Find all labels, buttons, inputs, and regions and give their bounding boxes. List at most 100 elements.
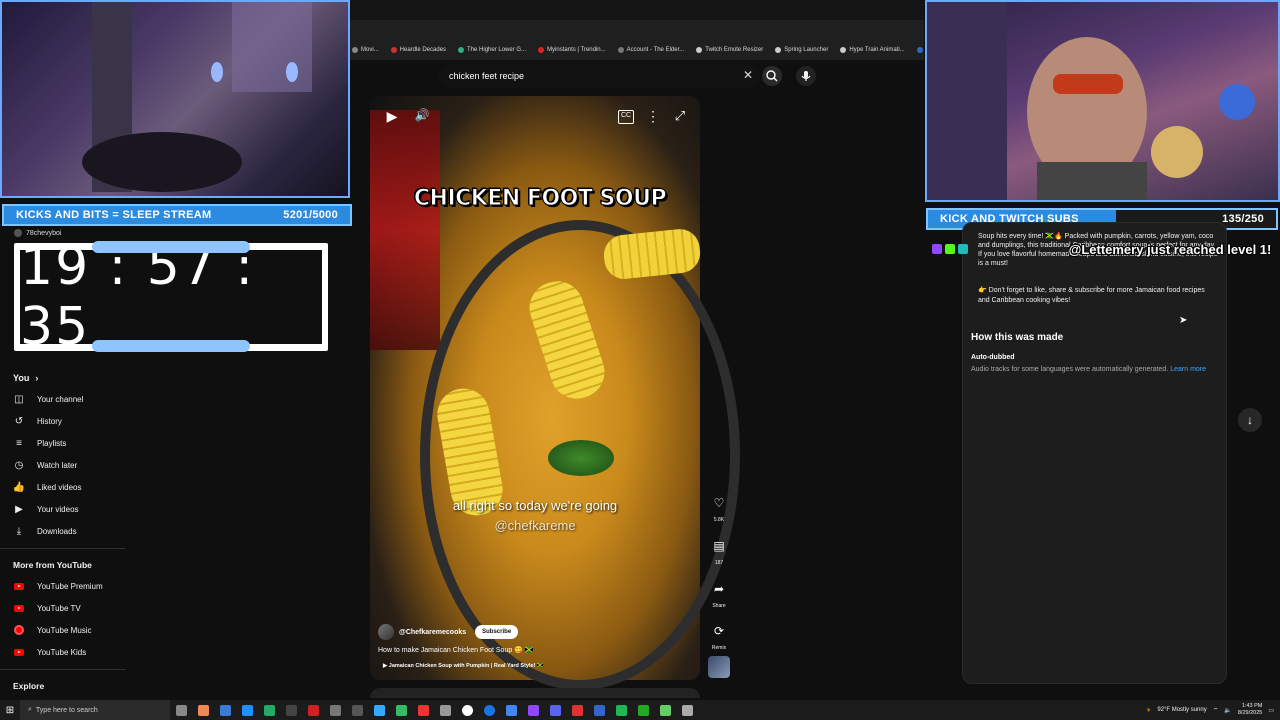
bookmark-item[interactable]: Hype Train Animati... (840, 47, 905, 53)
taskbar-app-icon[interactable] (192, 700, 214, 720)
like-icon[interactable]: ♡ (706, 490, 732, 516)
search-icon: ⌕ (28, 706, 32, 713)
taskbar-app-icon[interactable] (522, 700, 544, 720)
explore-title: Explore (13, 681, 45, 691)
learn-more-link[interactable]: Learn more (1170, 366, 1206, 373)
video-overlay-title: CHICKEN FOOT SOUP (413, 186, 667, 212)
search-input[interactable]: chicken feet recipe (438, 64, 760, 88)
clock-time: 1:43 PM (1241, 703, 1263, 709)
bookmark-label: Hype Train Animati... (849, 47, 905, 53)
webcam-room-view (0, 0, 350, 198)
taskbar-search[interactable]: ⌕ Type here to search (20, 700, 170, 720)
channel-row: @Chefkaremecooks Subscribe (378, 624, 698, 640)
start-button[interactable]: ⊞ (0, 700, 20, 720)
sidebar-item-youtube-premium[interactable]: YouTube Premium (0, 575, 130, 597)
remix-icon[interactable]: ⟳ (706, 618, 732, 644)
share-action[interactable]: ➦ Share (706, 576, 732, 609)
weather-text[interactable]: 92°F Mostly sunny (1157, 707, 1206, 713)
sidebar-item-playlists[interactable]: ≡ Playlists (0, 432, 130, 454)
related-video-link[interactable]: ▶ Jamaican Chicken Soup with Pumpkin | R… (383, 663, 703, 669)
alert-badges (932, 244, 992, 256)
sidebar-item-watch-later[interactable]: ◷ Watch later (0, 454, 130, 476)
avatar[interactable] (378, 624, 394, 640)
taskbar-app-icon[interactable] (258, 700, 280, 720)
sidebar-item-liked-videos[interactable]: 👍 Liked videos (0, 476, 130, 498)
taskbar-app-icon[interactable] (412, 700, 434, 720)
volume-icon[interactable]: 🔈 (1224, 707, 1231, 714)
next-short-preview[interactable] (370, 688, 700, 698)
taskbar-app-icon[interactable] (434, 700, 456, 720)
bookmark-item[interactable]: Dj Drops.e (916, 47, 924, 53)
bookmark-item[interactable]: Heardle Decades (390, 47, 447, 53)
network-icon[interactable]: ⌔ (1213, 706, 1219, 714)
bookmark-favicon-icon (775, 47, 782, 53)
remix-action[interactable]: ⟳ Remix (706, 618, 732, 651)
webcam-streamer (925, 0, 1280, 202)
taskbar-app-icon[interactable] (236, 700, 258, 720)
taskbar-app-icon[interactable] (390, 700, 412, 720)
bookmark-favicon-icon (352, 47, 358, 53)
bookmark-label: Movi... (361, 47, 379, 53)
taskbar-app-icon[interactable] (654, 700, 676, 720)
bookmark-label: Heardle Decades (399, 47, 447, 53)
fullscreen-button[interactable]: ⤢ (672, 108, 688, 126)
level-up-alert: @Lettemery just reached level 1! (1068, 242, 1272, 257)
notification-icon[interactable]: ▭ (1268, 707, 1274, 714)
more-options-button[interactable]: ⋮ (646, 108, 660, 126)
taskbar-app-icon[interactable] (324, 700, 346, 720)
action-count: Share (712, 603, 726, 609)
like-action[interactable]: ♡ 5.8K (706, 490, 732, 523)
captions-button[interactable]: CC (618, 110, 634, 124)
taskbar-app-icon[interactable] (610, 700, 632, 720)
sidebar-item-label: Playlists (37, 438, 67, 448)
subscribe-button[interactable]: Subscribe (475, 625, 519, 639)
taskbar-app-icon[interactable] (456, 700, 478, 720)
clock-icon: ◷ (14, 459, 24, 471)
taskbar-app-icon[interactable] (302, 700, 324, 720)
bookmark-item[interactable]: Spring Launcher (775, 47, 828, 53)
sidebar-item-youtube-music[interactable]: YouTube Music (0, 619, 130, 641)
taskbar-app-icon[interactable] (632, 700, 654, 720)
taskbar-app-icon[interactable] (500, 700, 522, 720)
youtube-logo-icon (13, 646, 25, 658)
sidebar-you-header[interactable]: You › (0, 368, 130, 388)
play-button[interactable]: ▶ (383, 108, 401, 126)
comment-action[interactable]: ▤ 187 (706, 533, 732, 566)
streamer-scene (927, 2, 1255, 200)
sidebar-item-downloads[interactable]: ⤓ Downloads (0, 520, 130, 542)
youtube-sidebar: You › ◫ Your channel ↺ History ≡ Playlists ◷ Wa… (0, 368, 130, 698)
taskbar-app-icon[interactable] (544, 700, 566, 720)
scroll-down-button[interactable]: ↓ (1238, 408, 1262, 432)
search-button[interactable] (762, 66, 782, 86)
taskbar-app-icon[interactable] (214, 700, 236, 720)
taskbar-app-icon[interactable] (478, 700, 500, 720)
voice-search-button[interactable] (796, 66, 816, 86)
taskbar-app-icon[interactable] (566, 700, 588, 720)
clock[interactable]: 1:43 PM 8/29/2025 (1238, 703, 1262, 717)
sidebar-item-youtube-tv[interactable]: YouTube TV (0, 597, 130, 619)
bookmark-item[interactable]: The Higher Lower G... (458, 47, 526, 53)
taskbar-app-icon[interactable] (368, 700, 390, 720)
bits-goal-bar: KICKS AND BITS = SLEEP STREAM 5201/5000 (2, 204, 352, 226)
remix-thumbnail[interactable] (708, 656, 730, 678)
taskbar-app-icon[interactable] (346, 700, 368, 720)
close-icon[interactable]: ✕ (741, 68, 755, 84)
sidebar-item-label: Your videos (37, 504, 79, 514)
taskbar-app-icon[interactable] (588, 700, 610, 720)
comment-icon[interactable]: ▤ (706, 533, 732, 559)
sidebar-item-youtube-kids[interactable]: YouTube Kids (0, 641, 130, 663)
sidebar-item-history[interactable]: ↺ History (0, 410, 130, 432)
sidebar-item-your-videos[interactable]: ▶ Your videos (0, 498, 130, 520)
sidebar-item-your-channel[interactable]: ◫ Your channel (0, 388, 130, 410)
youtube-logo-icon (13, 602, 25, 614)
taskbar-app-icon[interactable] (676, 700, 698, 720)
bookmark-item[interactable]: Myinstants | Trendin... (538, 47, 606, 53)
bookmark-item[interactable]: Twitch Emote Resizer (696, 47, 763, 53)
taskbar-app-icon[interactable] (280, 700, 302, 720)
bookmark-item[interactable]: Account - The Elder... (617, 47, 684, 53)
volume-button[interactable]: 🔊 (413, 108, 431, 126)
share-icon[interactable]: ➦ (706, 576, 732, 602)
taskbar-app-icon[interactable] (170, 700, 192, 720)
channel-name[interactable]: @Chefkaremecooks (399, 629, 466, 636)
bookmark-item[interactable]: Movi... (352, 47, 379, 53)
